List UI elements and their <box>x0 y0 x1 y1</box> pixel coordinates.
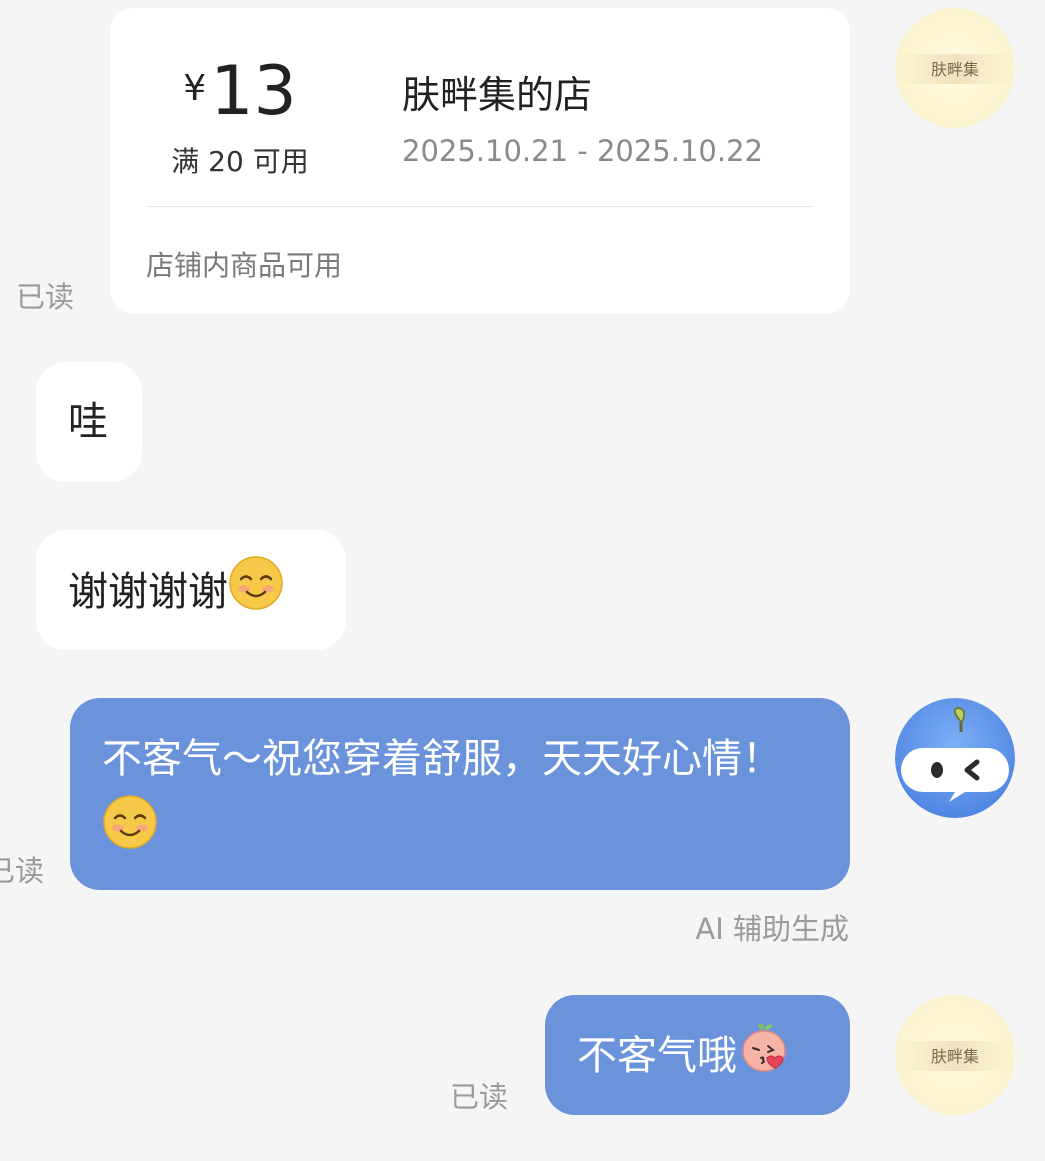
avatar-logo-text: 肤畔集 <box>930 60 979 79</box>
bot-avatar[interactable] <box>895 698 1015 818</box>
coupon-condition: 满 20 可用 <box>171 145 309 178</box>
message-bubble-right[interactable]: 不客气哦 <box>545 995 850 1115</box>
shop-avatar[interactable]: 肤畔集 <box>895 995 1015 1115</box>
coupon-card[interactable]: ¥13 满 20 可用 肤畔集的店 2025.10.21 - 2025.10.2… <box>110 8 850 314</box>
coupon-shop-name: 肤畔集的店 <box>402 73 593 117</box>
shop-avatar[interactable]: 肤畔集 <box>895 8 1015 128</box>
robot-icon <box>895 698 1015 818</box>
ai-generated-note: AI 辅助生成 <box>695 912 849 946</box>
smiling-face-icon <box>102 794 158 872</box>
message-bubble-left[interactable]: 谢谢谢谢 <box>36 530 346 650</box>
coupon-value: 13 <box>210 52 297 131</box>
read-status: 已读 <box>0 854 45 888</box>
message-text: 不客气～祝您穿着舒服，天天好心情！ <box>102 736 782 782</box>
coupon-scope: 店铺内商品可用 <box>146 249 343 282</box>
coupon-date-range: 2025.10.21 - 2025.10.22 <box>402 134 763 168</box>
coupon-amount: ¥13 <box>170 56 310 128</box>
message-text: 不客气哦 <box>577 1033 737 1079</box>
smiling-face-icon <box>228 555 284 633</box>
chat-view: ¥13 满 20 可用 肤畔集的店 2025.10.21 - 2025.10.2… <box>0 0 1045 1161</box>
message-bubble-right[interactable]: 不客气～祝您穿着舒服，天天好心情！ <box>70 698 850 890</box>
kiss-peach-icon <box>737 1020 791 1096</box>
coupon-currency: ¥ <box>183 68 207 109</box>
coupon-divider <box>146 206 814 207</box>
message-bubble-left[interactable]: 哇 <box>36 362 142 482</box>
read-status: 已读 <box>16 280 75 314</box>
message-text: 谢谢谢谢 <box>68 569 228 615</box>
message-text: 哇 <box>68 399 108 445</box>
read-status: 已读 <box>450 1080 509 1114</box>
avatar-logo-text: 肤畔集 <box>930 1047 979 1066</box>
